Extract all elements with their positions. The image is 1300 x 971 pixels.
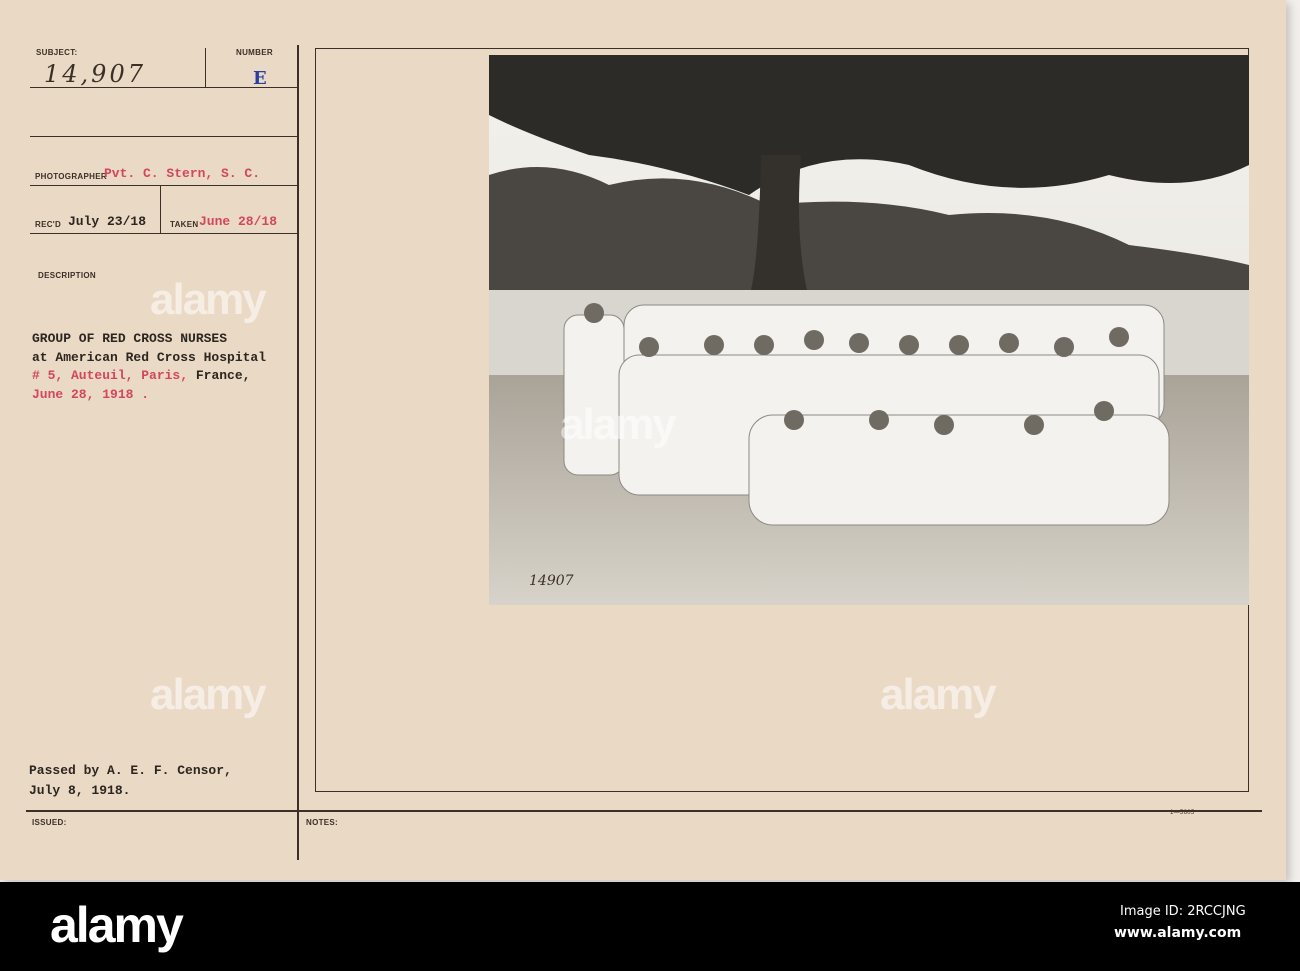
description-line: at American Red Cross Hospital [32,349,267,365]
alamy-url[interactable]: www.alamy.com [1114,925,1241,941]
subject-label: SUBJECT: [36,48,78,57]
photographer-value: Pvt. C. Stern, S. C. [104,166,261,181]
censor-note: Passed by A. E. F. Censor, July 8, 1918. [29,761,232,801]
alamy-logo: alamy [50,897,184,953]
column-divider [297,45,299,860]
description-line: June 28, 1918 . [32,386,150,402]
censor-line: July 8, 1918. [29,783,131,798]
image-id: Image ID: 2RCCJNG [1120,904,1246,919]
nurses-photograph: 14907 [489,55,1249,605]
recd-divider [160,186,161,233]
number-value: E [253,68,267,89]
description-line: GROUP OF RED CROSS NURSES [32,331,228,346]
location: # 5, Auteuil, Paris, [32,368,189,383]
rule [30,136,298,137]
taken-value: June 28/18 [199,214,278,229]
rule [30,233,298,234]
taken-label: TAKEN [170,220,199,229]
description: GROUP OF RED CROSS NURSES at American Re… [32,330,266,404]
recd-label: REC'D [35,220,62,229]
watermark: alamy [560,400,677,449]
issued-label: ISSUED: [32,818,67,827]
recd-value: July 23/18 [68,214,147,229]
watermark: alamy [150,275,267,324]
number-label: NUMBER [236,48,273,57]
rule [26,810,1262,812]
alamy-banner: alamy Image ID: 2RCCJNG www.alamy.com [0,882,1300,971]
number-divider [205,48,206,88]
notes-label: NOTES: [306,818,339,827]
form-number: 1—5605 [1170,810,1195,816]
rule [30,185,298,186]
watermark: alamy [150,670,267,719]
photographer-label: PHOTOGRAPHER [35,172,107,181]
description-line: # 5, Auteuil, Paris, France, [32,367,266,386]
watermark: alamy [880,670,997,719]
country: France, [195,368,251,383]
description-label: DESCRIPTION [38,271,96,280]
photo-inscription: 14907 [529,573,574,589]
archive-card: SUBJECT: 14,907 NUMBER E PHOTOGRAPHER Pv… [0,0,1286,880]
censor-line: Passed by A. E. F. Censor, [29,763,232,778]
subject-value: 14,907 [44,60,146,88]
